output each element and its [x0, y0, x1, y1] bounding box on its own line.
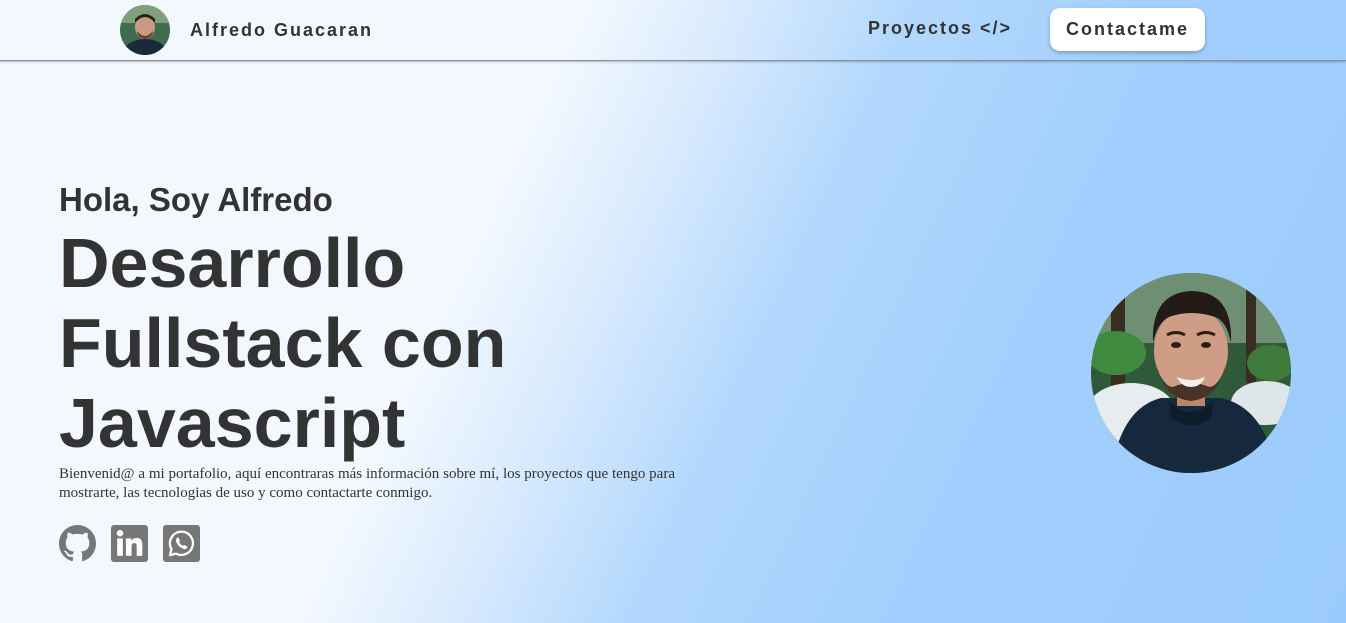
brand-name: Alfredo Guacaran: [190, 19, 374, 40]
brand-link[interactable]: Alfredo Guacaran: [120, 5, 373, 55]
social-links: [59, 525, 679, 562]
linkedin-icon: [111, 525, 148, 562]
linkedin-link[interactable]: [111, 525, 148, 562]
hero-greeting: Hola, Soy Alfredo: [59, 181, 333, 218]
nav-link-projects[interactable]: Proyectos </>: [868, 18, 1012, 39]
github-link[interactable]: [59, 525, 96, 562]
navbar: Alfredo Guacaran Proyectos </> Contactam…: [0, 0, 1346, 61]
hero-headline: Desarrollo Fullstack con Javascript: [59, 224, 507, 462]
whatsapp-icon: [163, 525, 200, 562]
hero-section: Hola, Soy Alfredo Desarrollo Fullstack c…: [59, 180, 679, 562]
github-icon: [59, 525, 96, 562]
whatsapp-link[interactable]: [163, 525, 200, 562]
hero-intro: Bienvenid@ a mi portafolio, aquí encontr…: [59, 466, 675, 501]
profile-photo: [1091, 273, 1291, 473]
nav-avatar: [120, 5, 170, 55]
contact-button[interactable]: Contactame: [1050, 8, 1205, 51]
